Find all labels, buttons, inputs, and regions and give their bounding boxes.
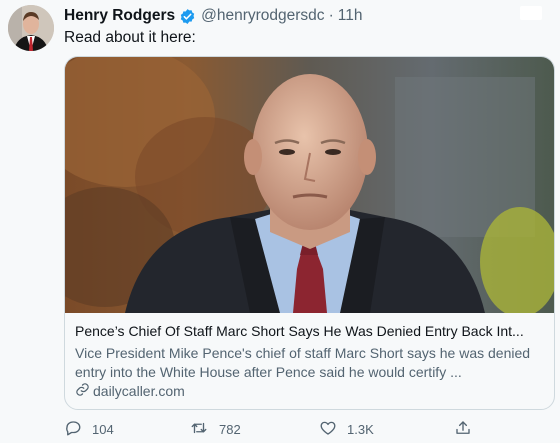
author-handle[interactable]: @henryrodgersdc: [201, 7, 324, 25]
like-count: 1.3K: [347, 422, 374, 437]
card-title[interactable]: Pence’s Chief Of Staff Marc Short Says H…: [75, 323, 545, 339]
card-description: Vice President Mike Pence's chief of sta…: [75, 345, 531, 380]
header-separator: ·: [328, 7, 334, 24]
card-image[interactable]: [65, 57, 554, 313]
share-button[interactable]: [454, 419, 482, 440]
like-button[interactable]: 1.3K: [319, 419, 374, 440]
tweet-header: Henry Rodgers @henryrodgersdc · 11h: [64, 6, 362, 26]
reply-count: 104: [92, 422, 114, 437]
tweet-timestamp[interactable]: 11h: [338, 7, 363, 25]
tweet-text: Read about it here:: [64, 29, 196, 46]
card-domain[interactable]: dailycaller.com: [75, 382, 185, 400]
verified-badge-icon: [179, 8, 196, 25]
like-icon: [319, 419, 347, 440]
author-name[interactable]: Henry Rodgers: [64, 7, 175, 25]
more-options-icon[interactable]: [520, 6, 542, 20]
reply-icon: [64, 419, 92, 440]
retweet-button[interactable]: 782: [189, 419, 241, 440]
retweet-count: 782: [219, 422, 241, 437]
share-icon: [454, 419, 482, 440]
tweet-actions: 104 782 1.3K: [64, 419, 544, 441]
reply-button[interactable]: 104: [64, 419, 114, 440]
retweet-icon: [189, 419, 219, 440]
card-domain-text[interactable]: dailycaller.com: [93, 383, 185, 399]
avatar[interactable]: [8, 5, 54, 51]
link-icon: [75, 382, 93, 400]
link-card[interactable]: Pence’s Chief Of Staff Marc Short Says H…: [64, 56, 555, 410]
